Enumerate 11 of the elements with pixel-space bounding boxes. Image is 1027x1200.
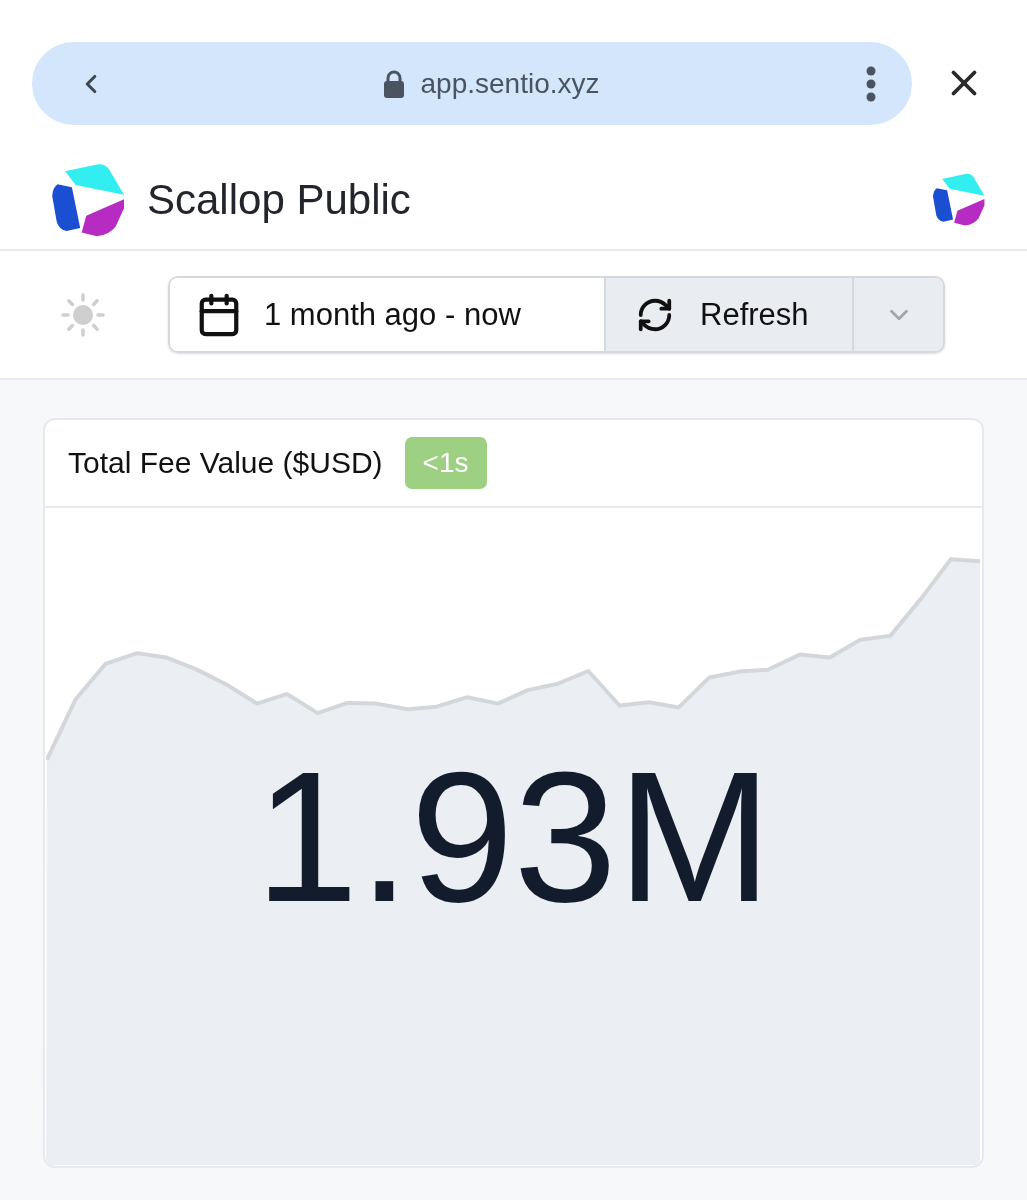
dots-menu-icon[interactable] [866,65,876,102]
latency-badge: <1s [404,437,487,489]
metric-value: 1.93M [255,743,772,930]
logo-icon [52,162,125,237]
logo-icon[interactable] [933,173,985,226]
date-range-button[interactable]: 1 month ago - now [170,278,604,351]
url-text[interactable]: app.sentio.xyz [420,69,600,98]
card-title: Total Fee Value ($USD) [68,448,383,478]
project-title: Scallop Public [147,178,411,221]
lock-icon [382,69,405,98]
refresh-button[interactable]: Refresh [604,278,852,351]
